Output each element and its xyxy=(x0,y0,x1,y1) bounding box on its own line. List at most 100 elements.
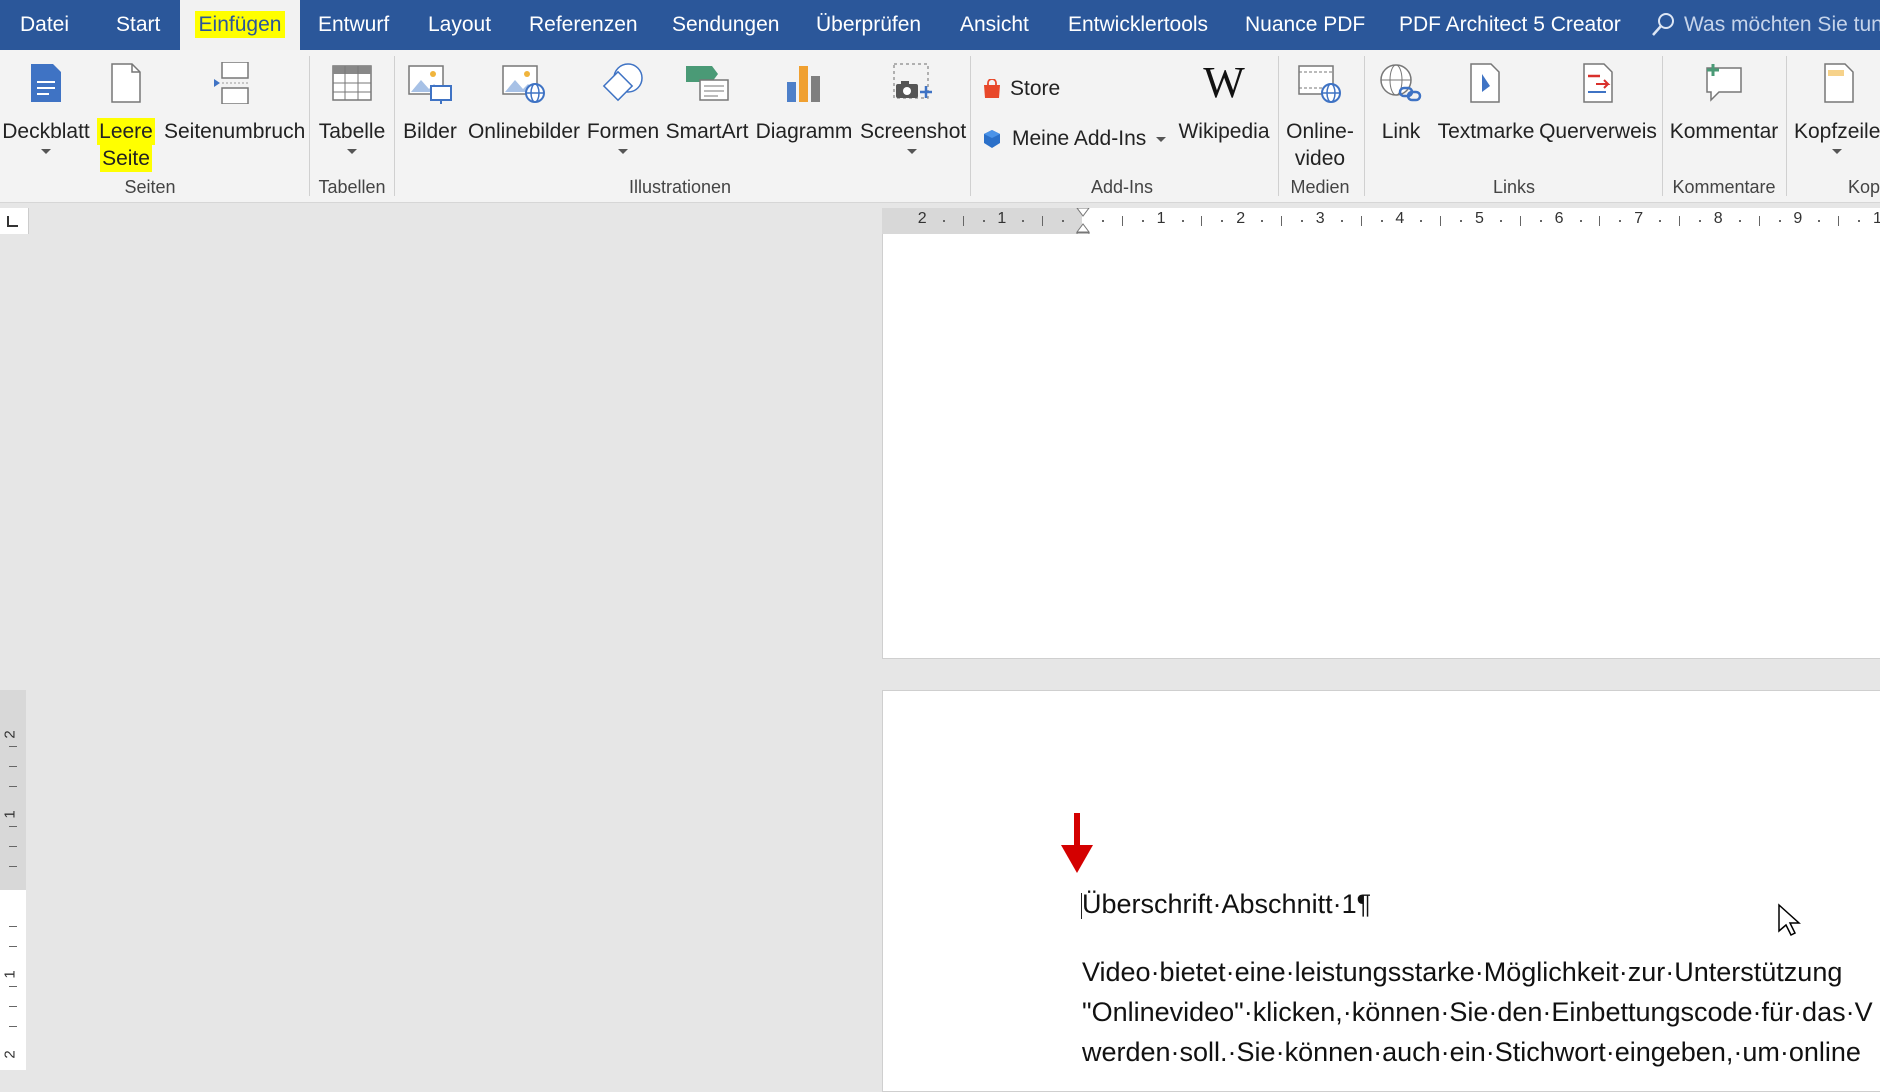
kommentar-label: Kommentar xyxy=(1669,120,1779,143)
horizontal-ruler[interactable]: 2 1 1 2 3 4 5 6 7 8 9 10 xyxy=(882,208,1880,241)
ruler-number: 2 xyxy=(1,1050,19,1059)
mouse-pointer-icon xyxy=(1778,903,1801,937)
kopfzeile-button[interactable]: Kopfzeile xyxy=(1794,62,1880,154)
ruler-tick xyxy=(1579,220,1582,222)
ruler-tick xyxy=(1261,220,1264,222)
ruler-tick xyxy=(1281,216,1282,226)
meine-addins-label: Meine Add-Ins xyxy=(1012,127,1147,150)
header-icon xyxy=(1824,63,1854,103)
page-break-icon xyxy=(214,62,249,104)
ruler-tick xyxy=(1380,220,1383,222)
tab-einfuegen[interactable]: Einfügen xyxy=(180,0,300,50)
section-heading[interactable]: Überschrift·Abschnitt·1¶ xyxy=(1082,889,1371,920)
tab-entwurf[interactable]: Entwurf xyxy=(318,0,389,50)
vertical-ruler[interactable]: 2 1 1 2 xyxy=(0,690,26,1070)
chevron-down-icon xyxy=(347,149,357,154)
seitenumbruch-button[interactable]: Seitenumbruch xyxy=(164,62,305,145)
onlinebilder-label: Onlinebilder xyxy=(467,120,581,143)
body-line-3[interactable]: werden·soll.·Sie·können·auch·ein·Stichwo… xyxy=(1082,1037,1861,1068)
tab-start[interactable]: Start xyxy=(116,0,160,50)
diagramm-label: Diagramm xyxy=(755,120,853,143)
link-icon xyxy=(1380,64,1422,102)
link-label: Link xyxy=(1381,120,1421,143)
ruler-tick xyxy=(942,220,945,222)
group-label-medien: Medien xyxy=(1290,177,1350,197)
online-video-icon xyxy=(1298,65,1341,103)
group-separator xyxy=(1364,56,1365,196)
formen-button[interactable]: Formen xyxy=(584,62,662,154)
tab-sendungen[interactable]: Sendungen xyxy=(672,0,779,50)
screenshot-button[interactable]: Screenshot xyxy=(860,62,967,154)
ruler-tick xyxy=(1042,216,1044,226)
tab-referenzen[interactable]: Referenzen xyxy=(529,0,638,50)
tab-pdf-architect[interactable]: PDF Architect 5 Creator xyxy=(1399,0,1621,50)
body-line-1[interactable]: Video·bietet·eine·leistungsstarke·Möglic… xyxy=(1082,957,1842,988)
ruler-tick xyxy=(1300,220,1303,222)
ruler-number: 5 xyxy=(1475,210,1484,227)
leere-seite-button[interactable]: Leere Seite xyxy=(88,62,164,172)
ruler-number: 2 xyxy=(1,730,19,739)
deckblatt-label: Deckblatt xyxy=(2,120,90,143)
ruler-tick xyxy=(1460,220,1463,222)
ruler-tick xyxy=(1738,220,1741,222)
tab-ueberpruefen[interactable]: Überprüfen xyxy=(816,0,921,50)
tab-layout[interactable]: Layout xyxy=(428,0,491,50)
onlinevideo-button[interactable]: Online- video xyxy=(1280,62,1360,172)
store-button[interactable]: Store xyxy=(982,74,1060,104)
ruler-tick xyxy=(1659,220,1662,222)
bookmark-icon xyxy=(1470,63,1500,103)
ruler-tick xyxy=(1221,220,1224,222)
ruler-number: 10 xyxy=(1873,210,1880,227)
smartart-button[interactable]: SmartArt xyxy=(662,62,752,145)
smartart-label: SmartArt xyxy=(665,120,749,143)
document-page-1[interactable] xyxy=(882,234,1880,659)
screenshot-label: Screenshot xyxy=(860,120,967,143)
ruler-tick xyxy=(1022,220,1025,222)
diagramm-button[interactable]: Diagramm xyxy=(754,62,854,145)
chevron-down-icon xyxy=(907,149,917,154)
leere-label-line1: Leere xyxy=(97,118,155,145)
tabelle-button[interactable]: Tabelle xyxy=(312,62,392,154)
tab-nuance-pdf[interactable]: Nuance PDF xyxy=(1245,0,1365,50)
comment-icon xyxy=(1706,64,1742,102)
textmarke-button[interactable]: Textmarke xyxy=(1436,62,1536,145)
querverweis-button[interactable]: Querverweis xyxy=(1538,62,1658,145)
tab-stop-selector[interactable] xyxy=(0,208,29,234)
ruler-tick xyxy=(9,1026,17,1027)
onlinebilder-button[interactable]: Onlinebilder xyxy=(464,62,584,145)
search-icon xyxy=(1652,13,1674,36)
ruler-tick xyxy=(1758,216,1760,226)
table-icon xyxy=(332,65,372,101)
meine-addins-button[interactable]: Meine Add-Ins xyxy=(982,124,1167,154)
body-line-2[interactable]: "Onlinevideo"·klicken,·können·Sie·den·Ei… xyxy=(1082,997,1873,1028)
onlinevideo-label-line1: Online- xyxy=(1286,120,1354,143)
group-separator xyxy=(1278,56,1279,196)
tab-ansicht[interactable]: Ansicht xyxy=(960,0,1029,50)
ruler-tick xyxy=(1679,216,1680,226)
link-button[interactable]: Link xyxy=(1368,62,1434,145)
tab-entwicklertools[interactable]: Entwicklertools xyxy=(1068,0,1208,50)
ruler-tick xyxy=(1062,220,1065,222)
ruler-tick xyxy=(9,926,17,927)
ruler-tick xyxy=(1519,216,1521,226)
ruler-tick xyxy=(1778,220,1781,222)
ruler-number: 1 xyxy=(1,970,19,979)
deckblatt-button[interactable]: Deckblatt xyxy=(2,62,90,154)
bilder-button[interactable]: Bilder xyxy=(398,62,462,145)
chevron-down-icon xyxy=(1156,136,1167,142)
screenshot-icon xyxy=(893,63,932,99)
kommentar-button[interactable]: Kommentar xyxy=(1664,62,1784,145)
ruler-tick xyxy=(9,746,17,747)
ruler-tick xyxy=(9,826,17,827)
wikipedia-button[interactable]: W Wikipedia xyxy=(1174,61,1274,145)
group-separator xyxy=(309,56,310,196)
ruler-number: 4 xyxy=(1395,210,1405,227)
tab-datei[interactable]: Datei xyxy=(20,0,69,50)
document-page-2[interactable]: Überschrift·Abschnitt·1¶ Video·bietet·ei… xyxy=(882,690,1880,1092)
ruler-tick xyxy=(1141,220,1144,222)
ribbon-einfuegen: Deckblatt Leere Seite Seitenumbruch Seit… xyxy=(0,50,1880,203)
chevron-down-icon xyxy=(1832,149,1842,154)
addins-icon xyxy=(984,130,1000,148)
ruler-tick xyxy=(982,220,985,222)
ribbon-tab-bar: Datei Start Einfügen Entwurf Layout Refe… xyxy=(0,0,1880,50)
